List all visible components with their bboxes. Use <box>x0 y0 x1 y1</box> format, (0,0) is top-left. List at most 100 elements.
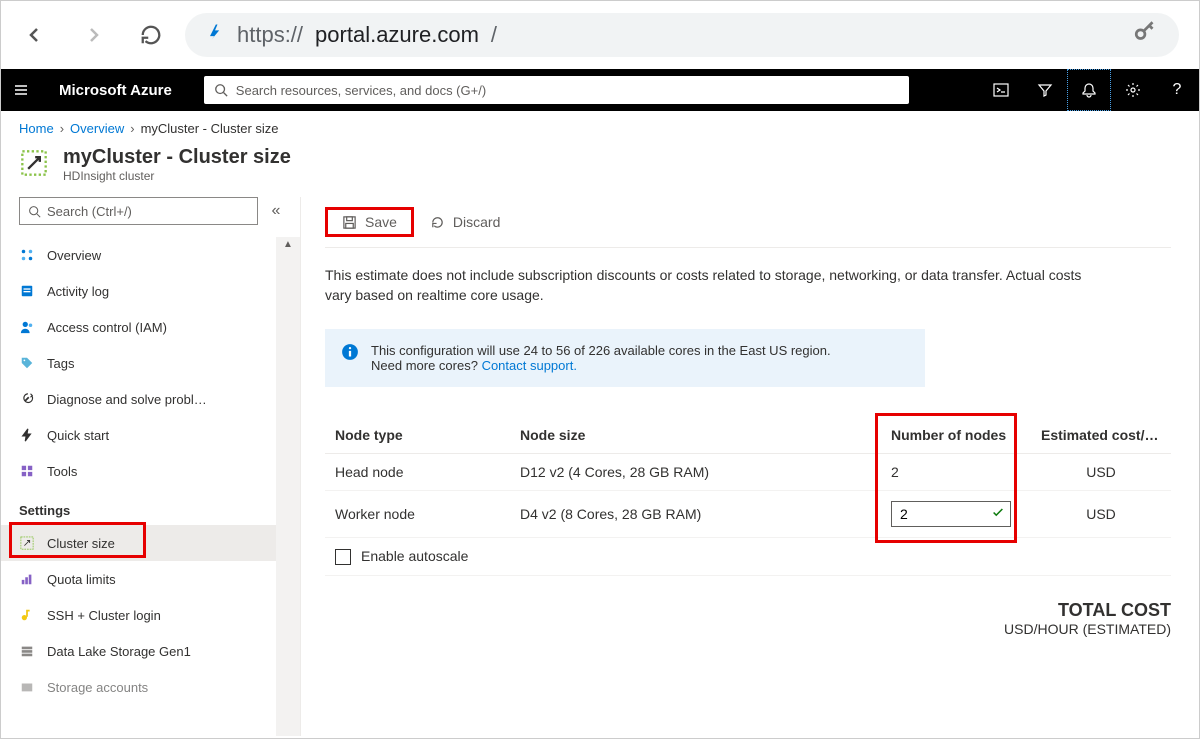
sidebar-item-label: Storage accounts <box>47 680 148 695</box>
tools-icon <box>19 463 35 479</box>
col-node-size: Node size <box>510 417 881 454</box>
chevron-right-icon: › <box>60 121 64 136</box>
azure-logo-icon <box>205 22 225 48</box>
quota-icon <box>19 571 35 587</box>
diagnose-icon <box>19 391 35 407</box>
sidebar-item-label: Data Lake Storage Gen1 <box>47 644 191 659</box>
sidebar-item-access-control[interactable]: Access control (IAM) <box>1 309 276 345</box>
browser-toolbar: https://portal.azure.com/ <box>1 1 1199 69</box>
cluster-size-icon <box>19 535 35 551</box>
browser-forward-button[interactable] <box>79 21 107 49</box>
checkmark-icon <box>991 506 1005 523</box>
sidebar-item-label: Quick start <box>47 428 109 443</box>
sidebar-item-label: Tags <box>47 356 74 371</box>
col-num-nodes: Number of nodes <box>881 417 1031 454</box>
global-search-placeholder: Search resources, services, and docs (G+… <box>236 83 486 98</box>
cell-num-nodes <box>881 491 1031 538</box>
hamburger-menu-button[interactable] <box>1 82 41 98</box>
cell-num-nodes: 2 <box>881 454 1031 491</box>
enable-autoscale-checkbox[interactable]: Enable autoscale <box>335 548 468 564</box>
sidebar-item-label: Overview <box>47 248 101 263</box>
autoscale-row: Enable autoscale <box>325 538 1171 576</box>
info-icon <box>341 343 359 361</box>
page-header: myCluster - Cluster size HDInsight clust… <box>1 142 1199 197</box>
cell-est-cost: USD <box>1031 491 1171 538</box>
sidebar-scrollbar[interactable]: ▲ <box>276 237 300 736</box>
activity-log-icon <box>19 283 35 299</box>
autoscale-label: Enable autoscale <box>361 548 468 564</box>
url-host: portal.azure.com <box>315 22 479 48</box>
brand-label: Microsoft Azure <box>41 82 194 99</box>
breadcrumb: Home › Overview › myCluster - Cluster si… <box>1 111 1199 142</box>
top-actions: ? <box>979 69 1199 111</box>
nodes-table: Node type Node size Number of nodes Esti… <box>325 417 1171 576</box>
chevron-right-icon: › <box>130 121 134 136</box>
page-title: myCluster - Cluster size <box>63 146 291 169</box>
page-subtitle: HDInsight cluster <box>63 169 291 183</box>
info-line2-prefix: Need more cores? <box>371 358 482 373</box>
total-cost-sub: USD/HOUR (ESTIMATED) <box>325 621 1171 637</box>
breadcrumb-home[interactable]: Home <box>19 121 54 136</box>
checkbox-icon <box>335 549 351 565</box>
sidebar-item-quota-limits[interactable]: Quota limits <box>1 561 276 597</box>
sidebar-item-quick-start[interactable]: Quick start <box>1 417 276 453</box>
total-cost: TOTAL COST USD/HOUR (ESTIMATED) <box>325 600 1171 637</box>
sidebar-item-activity-log[interactable]: Activity log <box>1 273 276 309</box>
help-icon[interactable]: ? <box>1155 69 1199 111</box>
quick-start-icon <box>19 427 35 443</box>
description-text: This estimate does not include subscript… <box>325 266 1105 305</box>
global-search-input[interactable]: Search resources, services, and docs (G+… <box>204 76 909 104</box>
sidebar-item-label: SSH + Cluster login <box>47 608 161 623</box>
sidebar-item-diagnose[interactable]: Diagnose and solve probl… <box>1 381 276 417</box>
discard-button[interactable]: Discard <box>418 207 512 237</box>
browser-reload-button[interactable] <box>137 21 165 49</box>
settings-icon[interactable] <box>1111 69 1155 111</box>
sidebar-item-overview[interactable]: Overview <box>1 237 276 273</box>
breadcrumb-overview[interactable]: Overview <box>70 121 124 136</box>
sidebar-item-label: Diagnose and solve probl… <box>47 392 207 407</box>
info-message: This configuration will use 24 to 56 of … <box>325 329 925 387</box>
total-cost-title: TOTAL COST <box>325 600 1171 621</box>
table-row: Head node D12 v2 (4 Cores, 28 GB RAM) 2 … <box>325 454 1171 491</box>
sidebar-item-tags[interactable]: Tags <box>1 345 276 381</box>
cell-node-type: Worker node <box>325 491 510 538</box>
sidebar: Search (Ctrl+/) « ▲ Overview Activity lo… <box>1 197 301 736</box>
sidebar-item-label: Access control (IAM) <box>47 320 167 335</box>
sidebar-item-label: Activity log <box>47 284 109 299</box>
discard-label: Discard <box>453 214 500 230</box>
cell-est-cost: USD <box>1031 454 1171 491</box>
sidebar-search-input[interactable]: Search (Ctrl+/) <box>19 197 258 225</box>
sidebar-item-label: Quota limits <box>47 572 116 587</box>
cloud-shell-icon[interactable] <box>979 69 1023 111</box>
contact-support-link[interactable]: Contact support. <box>482 358 577 373</box>
browser-url-bar[interactable]: https://portal.azure.com/ <box>185 13 1179 57</box>
collapse-sidebar-button[interactable]: « <box>266 202 286 220</box>
azure-top-bar: Microsoft Azure Search resources, servic… <box>1 69 1199 111</box>
url-scheme: https:// <box>237 22 303 48</box>
sidebar-heading-settings: Settings <box>1 489 276 525</box>
browser-back-button[interactable] <box>21 21 49 49</box>
sidebar-item-cluster-size[interactable]: Cluster size <box>1 525 276 561</box>
save-button[interactable]: Save <box>325 207 414 237</box>
cell-node-size: D4 v2 (8 Cores, 28 GB RAM) <box>510 491 881 538</box>
key-icon <box>1133 19 1159 51</box>
tags-icon <box>19 355 35 371</box>
col-node-type: Node type <box>325 417 510 454</box>
data-lake-icon <box>19 643 35 659</box>
sidebar-item-ssh-login[interactable]: SSH + Cluster login <box>1 597 276 633</box>
key-icon <box>19 607 35 623</box>
notifications-icon[interactable] <box>1067 69 1111 111</box>
breadcrumb-current: myCluster - Cluster size <box>141 121 279 136</box>
access-control-icon <box>19 319 35 335</box>
cluster-icon <box>19 148 49 178</box>
main-content: Save Discard This estimate does not incl… <box>301 197 1199 736</box>
sidebar-search-placeholder: Search (Ctrl+/) <box>47 204 132 219</box>
directory-filter-icon[interactable] <box>1023 69 1067 111</box>
sidebar-item-storage-accounts[interactable]: Storage accounts <box>1 669 276 705</box>
sidebar-item-data-lake[interactable]: Data Lake Storage Gen1 <box>1 633 276 669</box>
sidebar-item-label: Tools <box>47 464 77 479</box>
cell-node-size: D12 v2 (4 Cores, 28 GB RAM) <box>510 454 881 491</box>
save-label: Save <box>365 214 397 230</box>
storage-icon <box>19 679 35 695</box>
sidebar-item-tools[interactable]: Tools <box>1 453 276 489</box>
